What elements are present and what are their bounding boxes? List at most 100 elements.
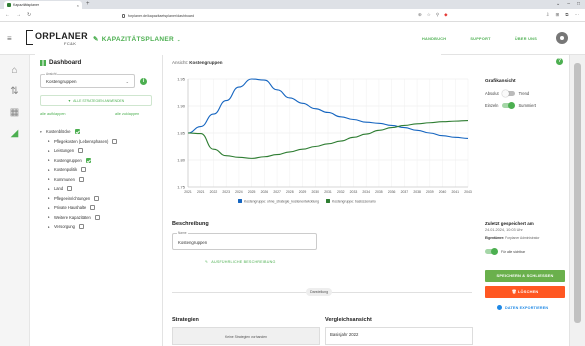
y-tick-label: 1.75 [177, 185, 186, 190]
x-tick-label: 2039 [426, 190, 434, 194]
tab-search-icon[interactable]: ⌄ [556, 1, 560, 7]
tree-item-checkbox[interactable] [81, 167, 87, 173]
tree-item[interactable]: ▸ Kostengruppen [40, 156, 160, 166]
tree-item-checkbox[interactable] [67, 186, 73, 192]
tree-item[interactable]: ▸ Pflegeeinrichtungen [40, 194, 160, 204]
new-tab-icon[interactable]: + [86, 1, 90, 7]
reload-icon[interactable]: ↻ [27, 12, 31, 18]
module-switcher[interactable]: ✎ KAPAZITÄTSPLANER ⌄ [93, 35, 181, 44]
legend-swatch [326, 199, 330, 203]
tree-item-label: Land [54, 186, 64, 192]
link-support[interactable]: SUPPORT [470, 37, 490, 41]
absolute-trend-toggle-row: Absolut Trend [485, 90, 565, 97]
location-icon[interactable]: ⚲ [436, 12, 439, 18]
tree-item-checkbox[interactable] [112, 138, 118, 144]
caret-right-icon[interactable]: ▸ [48, 206, 52, 210]
favicon-icon [7, 3, 11, 7]
tree-item[interactable]: ▸ Weitere Kapazitäten [40, 213, 160, 223]
browser-tab[interactable]: Kapazitätsplaner × [4, 1, 82, 9]
caret-right-icon[interactable]: ▸ [48, 168, 52, 172]
tree-item-label: Private Haushalte [54, 205, 87, 211]
link-ueber-uns[interactable]: ÜBER UNS [515, 37, 537, 41]
save-close-button[interactable]: SPEICHERN & SCHLIESSEN [485, 270, 565, 282]
strategies-title: Strategien [172, 317, 199, 323]
bookmark-star-icon[interactable]: ☆ [427, 12, 431, 18]
strategies-empty-box: Keine Strategien vorhanden [172, 327, 320, 345]
tree-item[interactable]: ▸ Land [40, 184, 160, 194]
sort-icon[interactable]: ⇅ [8, 86, 21, 98]
chart-icon[interactable]: ◢ [8, 128, 21, 140]
absolute-trend-toggle[interactable] [501, 90, 515, 97]
apply-strategies-button[interactable]: ▼ ALLE STRATEGIEN ANWENDEN [40, 95, 152, 106]
public-toggle[interactable] [485, 248, 498, 255]
tree-item-checkbox[interactable] [74, 129, 80, 135]
download-icon[interactable]: ⇩ [546, 12, 550, 18]
menu-icon[interactable]: ≡ [7, 34, 12, 43]
tree-item-checkbox[interactable] [94, 195, 100, 201]
single-sum-toggle[interactable] [502, 102, 516, 109]
help-icon[interactable]: ? [556, 58, 563, 65]
forward-icon[interactable]: → [16, 12, 21, 18]
extension-icon[interactable]: ◆ [444, 12, 447, 18]
tree-item[interactable]: ▸ Private Haushalte [40, 203, 160, 213]
home-icon[interactable]: ⌂ [8, 65, 21, 77]
tree-item[interactable]: ▸ Pflegekosten (Lebensphasen) [40, 137, 160, 147]
tree-item[interactable]: ▸ Leistungen [40, 146, 160, 156]
tree-item-label: Kostengruppen [54, 157, 82, 163]
caret-right-icon[interactable]: ▸ [48, 158, 52, 162]
caret-right-icon[interactable]: ▸ [48, 177, 52, 181]
collapse-all-link[interactable]: alle zuklappen [115, 112, 139, 116]
detailed-description-label: AUSFÜHRLICHE BESCHREIBUNG [211, 260, 276, 264]
split-view-icon[interactable]: ⧉ [565, 12, 568, 18]
browser-menu-icon[interactable]: ⋯ [575, 12, 580, 18]
building-icon[interactable]: ▦ [8, 107, 21, 119]
tree-item-checkbox[interactable] [94, 214, 100, 220]
tree-item[interactable]: ▸ Versorgung [40, 222, 160, 232]
tree-item[interactable]: ▸ Kommunen [40, 175, 160, 185]
x-tick-label: 2028 [286, 190, 294, 194]
back-icon[interactable]: ← [5, 12, 10, 18]
tree-item-checkbox[interactable] [78, 176, 84, 182]
y-tick-label: 1.95 [177, 77, 186, 82]
x-tick-label: 2033 [350, 190, 358, 194]
minimize-icon[interactable]: – [567, 1, 570, 7]
comparison-select[interactable]: Basisjahr 2022 [325, 327, 473, 345]
info-icon[interactable]: i [140, 78, 147, 85]
caret-right-icon[interactable]: ▸ [48, 215, 52, 219]
view-select[interactable]: Ansicht Kostengruppen ⌄ [40, 72, 135, 88]
caret-right-icon[interactable]: ▸ [48, 225, 52, 229]
caret-right-icon[interactable]: ▸ [48, 187, 52, 191]
detailed-description-button[interactable]: ✎ AUSFÜHRLICHE BESCHREIBUNG [205, 260, 276, 264]
tree-item-checkbox[interactable] [90, 205, 96, 211]
tree-item-checkbox[interactable] [78, 224, 84, 230]
user-avatar[interactable] [556, 32, 568, 44]
delete-button[interactable]: 🗑 LÖSCHEN [485, 286, 565, 298]
tree-item-checkbox[interactable] [85, 157, 91, 163]
export-label: DATEN EXPORTIEREN [505, 305, 549, 310]
maximize-icon[interactable]: □ [577, 1, 580, 7]
tree-item-checkbox[interactable] [78, 148, 84, 154]
close-tab-icon[interactable]: × [77, 3, 79, 8]
tree-item[interactable]: ▸ Kostenpolitik [40, 165, 160, 175]
expand-all-link[interactable]: alle aufklappen [40, 112, 66, 116]
display-chip[interactable]: Darstellung [306, 288, 333, 296]
caret-right-icon[interactable]: ▸ [48, 139, 52, 143]
caret-down-icon[interactable]: ▾ [40, 130, 44, 134]
caret-right-icon[interactable]: ▸ [48, 196, 52, 200]
link-handbuch[interactable]: HANDBUCH [422, 37, 446, 41]
x-tick-label: 2024 [235, 190, 243, 194]
export-data-button[interactable]: DATEN EXPORTIEREN [497, 305, 548, 310]
forplaner-logo[interactable]: ORPLANER FC&K [26, 30, 441, 322]
summed-label: Summiert [518, 103, 536, 108]
extensions-icon[interactable]: ⊞ [556, 12, 560, 18]
page-scrollbar[interactable] [569, 55, 585, 346]
cost-chart: 1.75 1.80 1.85 1.90 1.95 2021 2021 2022 2023 2024… [163, 69, 478, 219]
caret-right-icon[interactable]: ▸ [48, 149, 52, 153]
zoom-icon[interactable]: ⊕ [418, 12, 422, 18]
scrollbar-thumb[interactable] [574, 63, 581, 323]
name-field[interactable]: Name Kostengruppen [172, 231, 317, 250]
tree-item[interactable]: ▾ Kostenblöcke [40, 127, 160, 137]
dashboard-icon [40, 59, 46, 66]
cost-chart-svg: 1.75 1.80 1.85 1.90 1.95 2021 2021 2022 2023 2024… [177, 77, 472, 204]
url-field[interactable]: forplaner.de/kapazitaetsplaner/dashboard [122, 11, 422, 20]
